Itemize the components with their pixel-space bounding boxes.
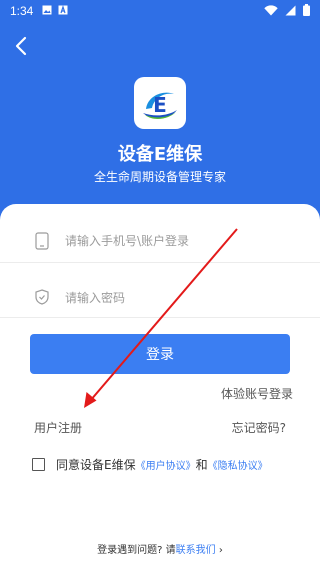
- image-icon: [42, 5, 52, 15]
- password-divider: [0, 317, 320, 318]
- shield-icon: [35, 289, 49, 305]
- help-row: 登录遇到问题? 请联系我们 ›: [0, 541, 320, 556]
- phone-icon: [35, 232, 49, 250]
- app-logo: E: [134, 77, 186, 129]
- account-field: [30, 222, 292, 262]
- agreement-row: 同意设备E维保 《用户协议》 和 《隐私协议》: [32, 456, 268, 472]
- account-divider: [0, 262, 320, 263]
- account-input[interactable]: [63, 228, 292, 254]
- back-chevron-icon: [15, 36, 27, 56]
- app-slogan: 全生命周期设备管理专家: [93, 170, 226, 184]
- login-button[interactable]: 登录: [30, 334, 290, 374]
- trial-account-login-link[interactable]: 体验账号登录: [221, 385, 293, 402]
- register-link[interactable]: 用户注册: [34, 419, 82, 436]
- privacy-policy-link[interactable]: 《隐私协议》: [208, 457, 268, 472]
- user-agreement-link[interactable]: 《用户协议》: [136, 457, 196, 472]
- contact-us-link[interactable]: 联系我们: [176, 545, 216, 556]
- device-e-logo-icon: E: [143, 92, 177, 119]
- battery-icon: [303, 4, 310, 16]
- back-button[interactable]: [10, 34, 34, 58]
- status-bar: 1:34: [0, 0, 320, 24]
- wifi-icon: [264, 4, 278, 15]
- signal-icon: [285, 5, 296, 15]
- help-prefix: 登录遇到问题? 请: [97, 545, 176, 556]
- app-name: 设备E维保: [117, 144, 203, 165]
- text-a-icon: [58, 5, 68, 15]
- password-input[interactable]: [63, 285, 292, 311]
- chevron-right-icon: ›: [218, 545, 223, 556]
- forgot-password-link[interactable]: 忘记密码?: [232, 419, 286, 436]
- agreement-conjunction: 和: [195, 457, 208, 472]
- agreement-prefix: 同意设备E维保: [56, 457, 136, 472]
- status-time: 1:34: [10, 4, 34, 18]
- agreement-checkbox[interactable]: [32, 457, 45, 471]
- svg-text:E: E: [153, 93, 167, 117]
- password-field: [30, 279, 292, 319]
